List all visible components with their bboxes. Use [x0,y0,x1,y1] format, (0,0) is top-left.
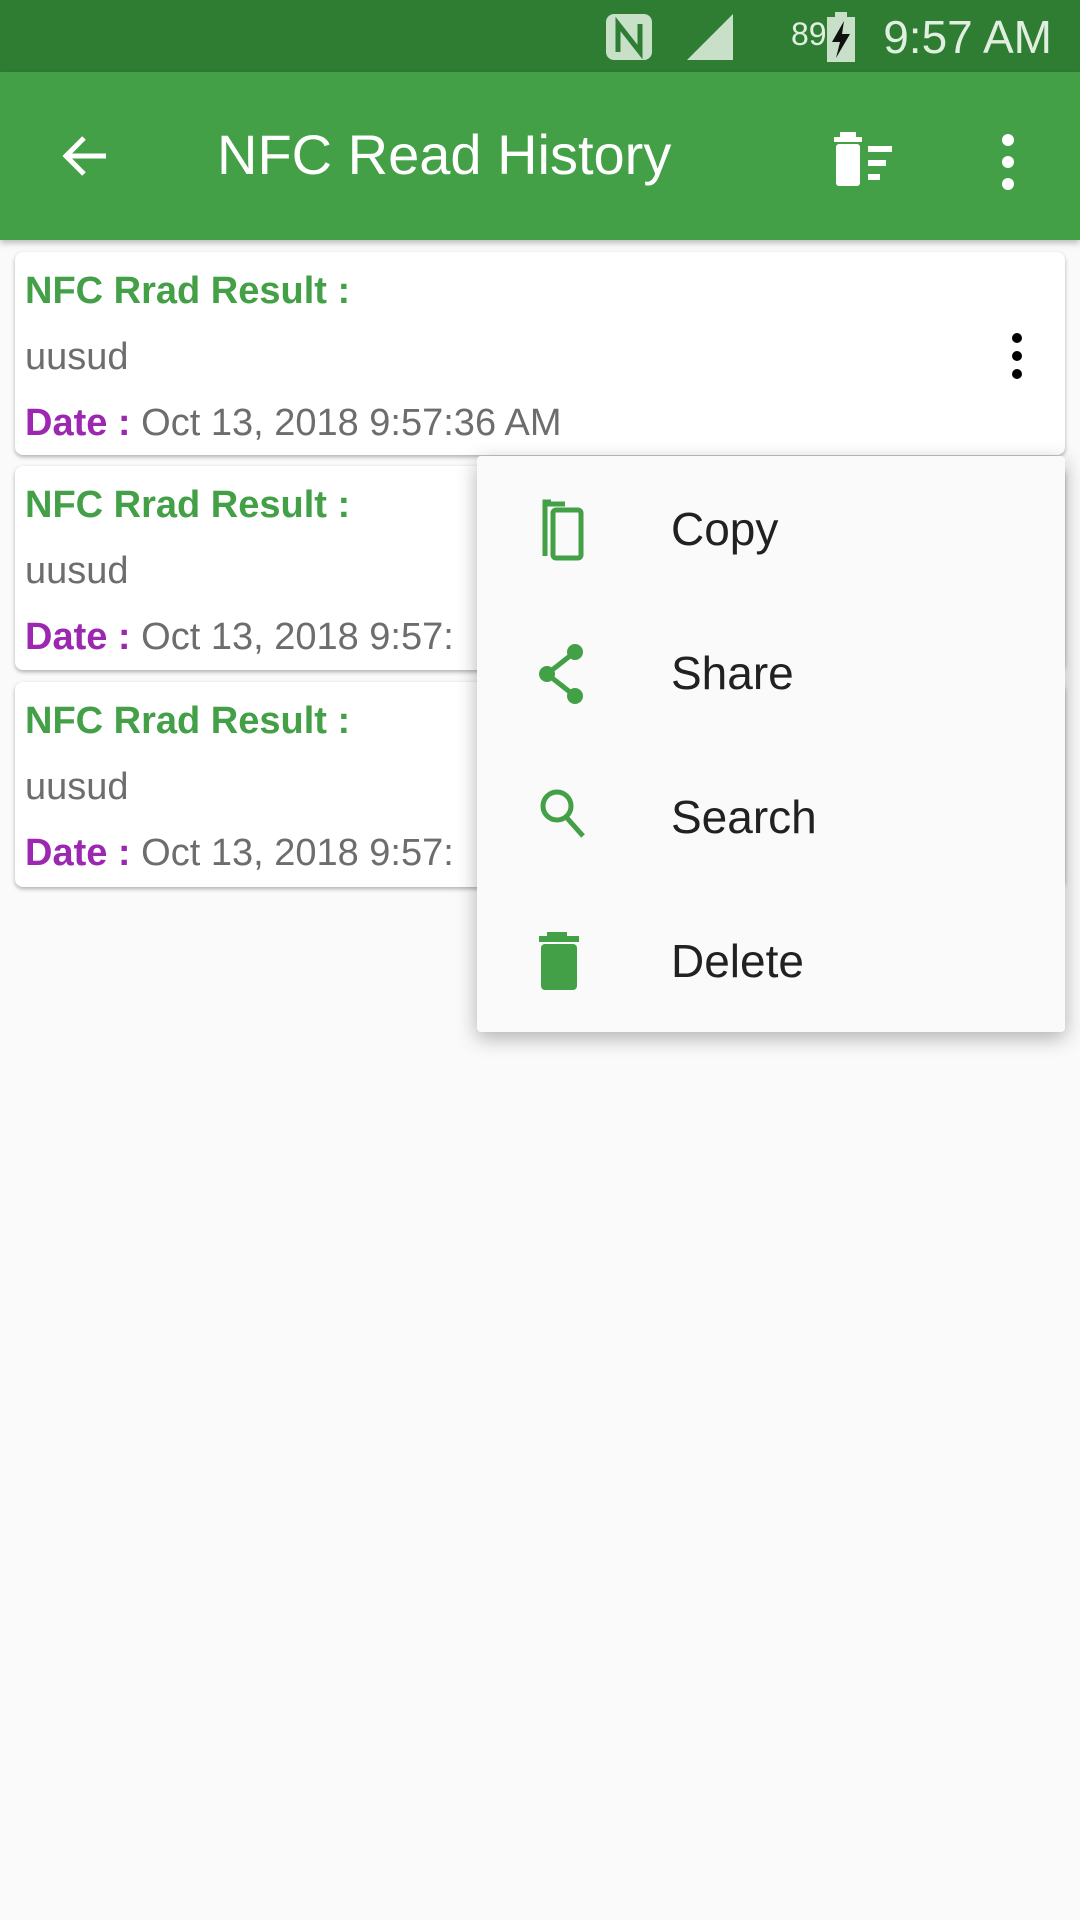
menu-item-label: Delete [671,935,804,987]
list-item[interactable]: NFC Rrad Result : uusud Date : Oct 13, 2… [15,252,1065,455]
menu-item-label: Share [671,647,794,699]
menu-item-share[interactable]: Share [477,600,1065,744]
menu-item-label: Search [671,791,817,843]
menu-item-search[interactable]: Search [477,744,1065,888]
date-label: Date : [25,616,131,658]
clock: 9:57 AM [883,11,1052,63]
signal-icon [687,14,733,60]
nfc-icon [606,14,652,60]
result-value: uusud [25,336,129,378]
menu-item-copy[interactable]: Copy [477,456,1065,600]
back-arrow-icon[interactable] [56,126,116,186]
more-vert-icon[interactable] [994,132,1022,192]
battery-charging-icon [827,12,855,62]
status-bar: 89% 9:57 AM [0,0,1080,72]
copy-icon [542,499,584,561]
delete-icon [539,932,579,990]
menu-item-delete[interactable]: Delete [477,888,1065,1032]
date-value: Oct 13, 2018 9:57: [141,832,454,874]
menu-item-label: Copy [671,503,779,555]
toolbar: NFC Read History [0,72,1080,240]
delete-all-icon[interactable] [832,132,896,188]
date-value: Oct 13, 2018 9:57:36 AM [141,402,562,444]
date-label: Date : [25,832,131,874]
item-more-icon[interactable] [1005,332,1029,380]
date-label: Date : [25,402,131,444]
search-icon [540,789,585,838]
share-icon [539,644,583,704]
page-title: NFC Read History [217,123,672,186]
result-label: NFC Rrad Result : [25,270,351,312]
date-value: Oct 13, 2018 9:57: [141,616,454,658]
popup-menu: Copy Share Search Delete [477,456,1065,1032]
